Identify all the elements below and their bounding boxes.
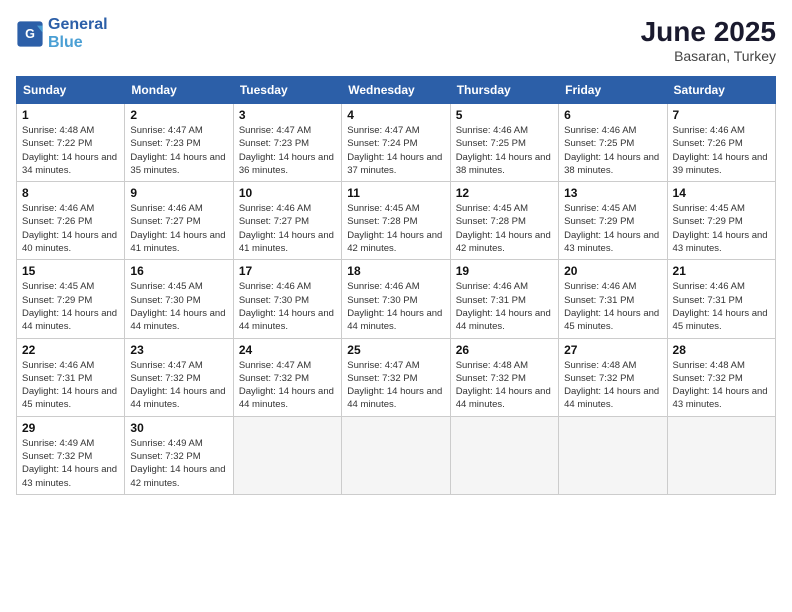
table-row: 29 Sunrise: 4:49 AMSunset: 7:32 PMDaylig… (17, 416, 125, 494)
table-row: 25 Sunrise: 4:47 AMSunset: 7:32 PMDaylig… (342, 338, 450, 416)
table-row: 22 Sunrise: 4:46 AMSunset: 7:31 PMDaylig… (17, 338, 125, 416)
table-row: 26 Sunrise: 4:48 AMSunset: 7:32 PMDaylig… (450, 338, 558, 416)
table-row: 28 Sunrise: 4:48 AMSunset: 7:32 PMDaylig… (667, 338, 775, 416)
table-row: 24 Sunrise: 4:47 AMSunset: 7:32 PMDaylig… (233, 338, 341, 416)
table-row: 19 Sunrise: 4:46 AMSunset: 7:31 PMDaylig… (450, 260, 558, 338)
logo: G General Blue (16, 16, 108, 51)
table-row (667, 416, 775, 494)
table-row: 15 Sunrise: 4:45 AMSunset: 7:29 PMDaylig… (17, 260, 125, 338)
month-title: June 2025 (641, 16, 776, 48)
svg-text:G: G (25, 27, 35, 41)
logo-text-general: General (48, 16, 108, 34)
table-row: 2 Sunrise: 4:47 AMSunset: 7:23 PMDayligh… (125, 104, 233, 182)
calendar-week-3: 15 Sunrise: 4:45 AMSunset: 7:29 PMDaylig… (17, 260, 776, 338)
table-row: 27 Sunrise: 4:48 AMSunset: 7:32 PMDaylig… (559, 338, 667, 416)
table-row: 8 Sunrise: 4:46 AMSunset: 7:26 PMDayligh… (17, 182, 125, 260)
calendar-header-row: Sunday Monday Tuesday Wednesday Thursday… (17, 77, 776, 104)
table-row (450, 416, 558, 494)
table-row: 21 Sunrise: 4:46 AMSunset: 7:31 PMDaylig… (667, 260, 775, 338)
col-sunday: Sunday (17, 77, 125, 104)
table-row: 30 Sunrise: 4:49 AMSunset: 7:32 PMDaylig… (125, 416, 233, 494)
table-row: 16 Sunrise: 4:45 AMSunset: 7:30 PMDaylig… (125, 260, 233, 338)
table-row: 13 Sunrise: 4:45 AMSunset: 7:29 PMDaylig… (559, 182, 667, 260)
table-row (233, 416, 341, 494)
calendar-week-5: 29 Sunrise: 4:49 AMSunset: 7:32 PMDaylig… (17, 416, 776, 494)
table-row (342, 416, 450, 494)
col-tuesday: Tuesday (233, 77, 341, 104)
table-row: 17 Sunrise: 4:46 AMSunset: 7:30 PMDaylig… (233, 260, 341, 338)
table-row: 10 Sunrise: 4:46 AMSunset: 7:27 PMDaylig… (233, 182, 341, 260)
col-friday: Friday (559, 77, 667, 104)
location: Basaran, Turkey (641, 48, 776, 64)
table-row: 14 Sunrise: 4:45 AMSunset: 7:29 PMDaylig… (667, 182, 775, 260)
table-row: 20 Sunrise: 4:46 AMSunset: 7:31 PMDaylig… (559, 260, 667, 338)
page-header: G General Blue June 2025 Basaran, Turkey (16, 16, 776, 64)
col-saturday: Saturday (667, 77, 775, 104)
calendar-week-1: 1 Sunrise: 4:48 AMSunset: 7:22 PMDayligh… (17, 104, 776, 182)
table-row: 11 Sunrise: 4:45 AMSunset: 7:28 PMDaylig… (342, 182, 450, 260)
table-row: 9 Sunrise: 4:46 AMSunset: 7:27 PMDayligh… (125, 182, 233, 260)
logo-icon: G (16, 20, 44, 48)
col-thursday: Thursday (450, 77, 558, 104)
table-row: 12 Sunrise: 4:45 AMSunset: 7:28 PMDaylig… (450, 182, 558, 260)
table-row: 3 Sunrise: 4:47 AMSunset: 7:23 PMDayligh… (233, 104, 341, 182)
table-row: 18 Sunrise: 4:46 AMSunset: 7:30 PMDaylig… (342, 260, 450, 338)
calendar-table: Sunday Monday Tuesday Wednesday Thursday… (16, 76, 776, 495)
col-wednesday: Wednesday (342, 77, 450, 104)
table-row: 23 Sunrise: 4:47 AMSunset: 7:32 PMDaylig… (125, 338, 233, 416)
table-row: 4 Sunrise: 4:47 AMSunset: 7:24 PMDayligh… (342, 104, 450, 182)
table-row (559, 416, 667, 494)
table-row: 6 Sunrise: 4:46 AMSunset: 7:25 PMDayligh… (559, 104, 667, 182)
table-row: 1 Sunrise: 4:48 AMSunset: 7:22 PMDayligh… (17, 104, 125, 182)
logo-text-blue: Blue (48, 34, 108, 52)
table-row: 7 Sunrise: 4:46 AMSunset: 7:26 PMDayligh… (667, 104, 775, 182)
table-row: 5 Sunrise: 4:46 AMSunset: 7:25 PMDayligh… (450, 104, 558, 182)
calendar-week-2: 8 Sunrise: 4:46 AMSunset: 7:26 PMDayligh… (17, 182, 776, 260)
col-monday: Monday (125, 77, 233, 104)
title-block: June 2025 Basaran, Turkey (641, 16, 776, 64)
calendar-week-4: 22 Sunrise: 4:46 AMSunset: 7:31 PMDaylig… (17, 338, 776, 416)
